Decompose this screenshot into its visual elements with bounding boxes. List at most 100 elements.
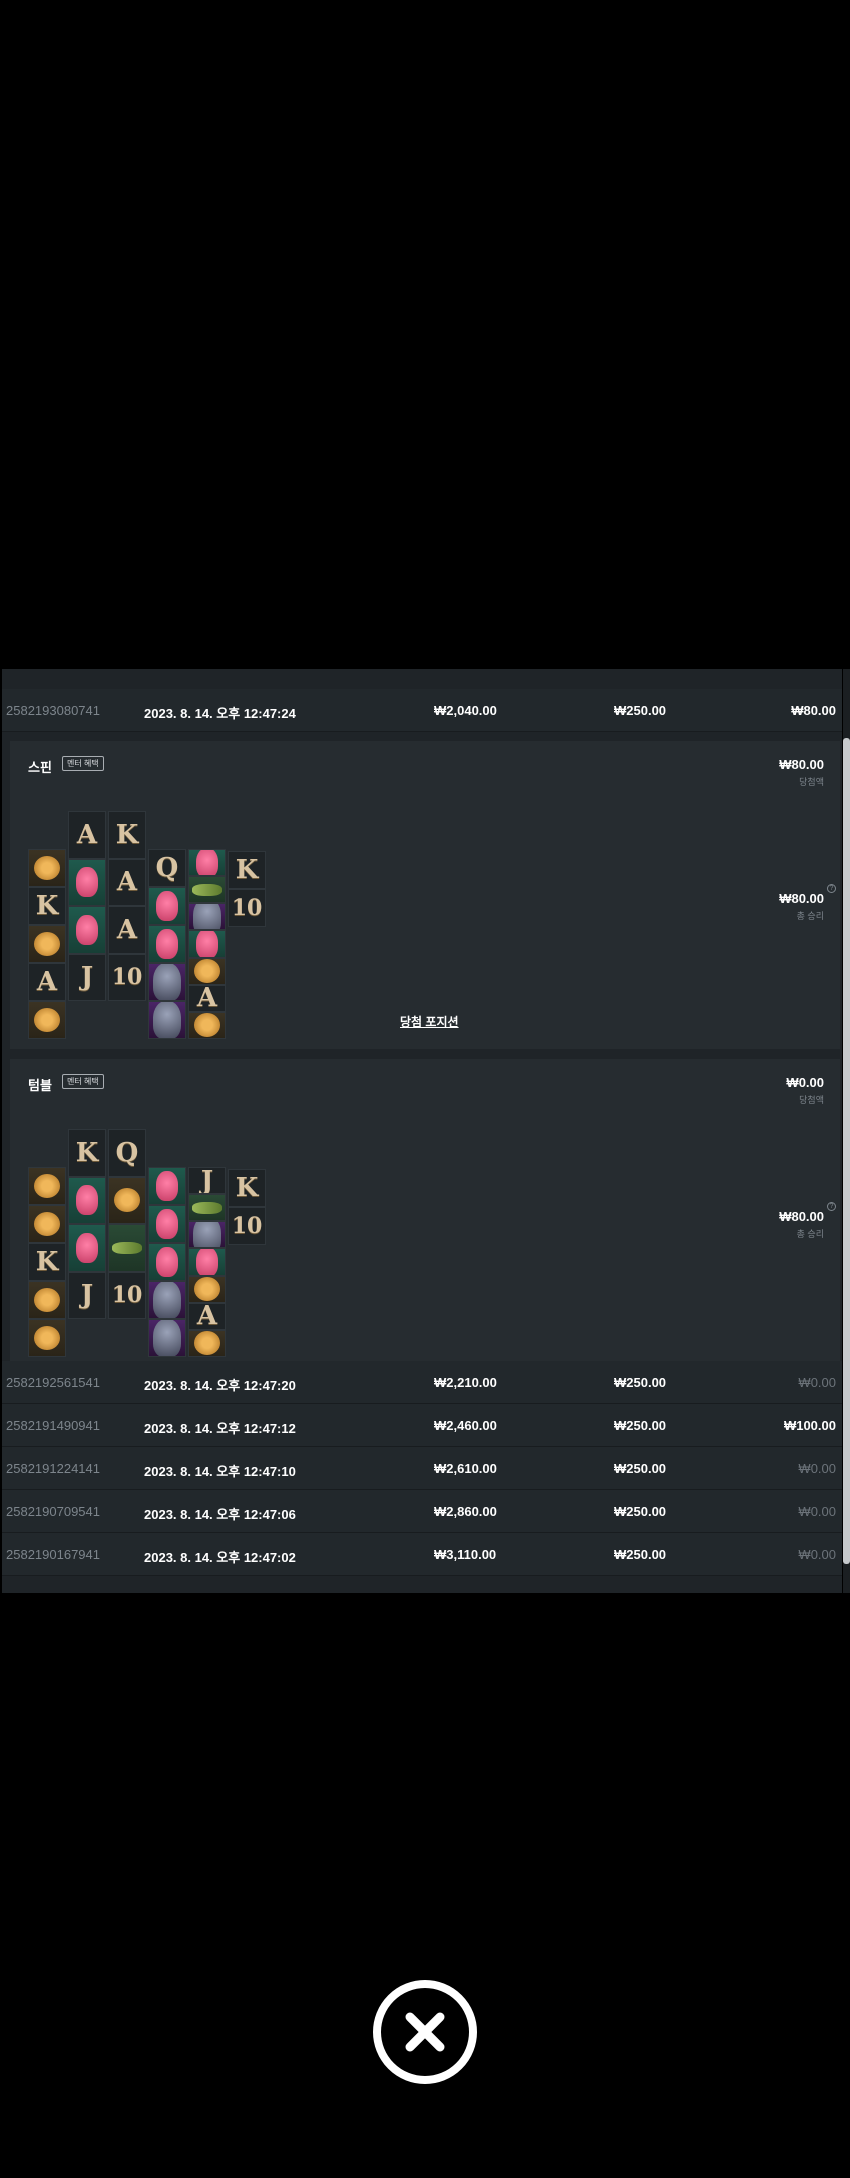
symbol-flamingo bbox=[148, 887, 186, 925]
round-balance: ₩2,210.00 bbox=[434, 1375, 497, 1390]
symbol-cheetah bbox=[28, 925, 66, 963]
symbol-a: A bbox=[188, 984, 226, 1012]
scrollbar-thumb[interactable] bbox=[843, 738, 850, 1564]
table-row[interactable]: 2582190709541 2023. 8. 14. 오후 12:47:06 ₩… bbox=[2, 1490, 842, 1533]
round-id: 2582192561541 bbox=[6, 1375, 100, 1390]
symbol-a: A bbox=[108, 858, 146, 906]
symbol-gorilla bbox=[148, 1319, 186, 1357]
round-date: 2023. 8. 14. 오후 12:47:06 bbox=[144, 1507, 296, 1522]
symbol-cheetah bbox=[28, 1167, 66, 1205]
symbol-cheetah bbox=[28, 1281, 66, 1319]
round-date: 2023. 8. 14. 오후 12:47:10 bbox=[144, 1464, 296, 1479]
symbol-cheetah bbox=[28, 849, 66, 887]
symbol-gorilla bbox=[148, 963, 186, 1001]
symbol-a: A bbox=[108, 906, 146, 954]
round-win: ₩100.00 bbox=[783, 1418, 836, 1433]
info-icon[interactable]: ? bbox=[827, 884, 836, 893]
total-win-label: 총 승리 bbox=[796, 911, 824, 921]
symbol-10: 10 bbox=[108, 953, 146, 1001]
detail-badge: 멘터 혜택 bbox=[62, 756, 104, 771]
symbol-cheetah bbox=[188, 1011, 226, 1039]
close-icon bbox=[405, 2012, 445, 2052]
round-date: 2023. 8. 14. 오후 12:47:24 bbox=[144, 706, 296, 721]
symbol-cheetah bbox=[28, 1001, 66, 1039]
round-id: 2582190709541 bbox=[6, 1504, 100, 1519]
round-balance: ₩3,110.00 bbox=[434, 1547, 497, 1562]
symbol-q: Q bbox=[148, 849, 186, 887]
win-amount: ₩80.00 bbox=[779, 757, 824, 772]
round-win: ₩0.00 bbox=[798, 1547, 836, 1562]
round-id: 2582190167941 bbox=[6, 1547, 100, 1562]
symbol-flamingo bbox=[68, 858, 106, 906]
total-win-amount: ₩80.00 bbox=[779, 1209, 824, 1224]
round-win: ₩80.00 bbox=[791, 703, 836, 718]
round-date: 2023. 8. 14. 오후 12:47:12 bbox=[144, 1421, 296, 1436]
symbol-10: 10 bbox=[108, 1271, 146, 1319]
round-win: ₩0.00 bbox=[798, 1375, 836, 1390]
round-balance: ₩2,860.00 bbox=[434, 1504, 497, 1519]
symbol-j: J bbox=[68, 953, 106, 1001]
table-row[interactable]: 2582192561541 2023. 8. 14. 오후 12:47:20 ₩… bbox=[2, 1361, 842, 1404]
symbol-croc bbox=[108, 1224, 146, 1272]
symbol-flamingo bbox=[148, 1243, 186, 1281]
round-id: 2582193080741 bbox=[6, 703, 100, 718]
win-amount-label: 당첨액 bbox=[799, 777, 824, 787]
round-date: 2023. 8. 14. 오후 12:47:20 bbox=[144, 1378, 296, 1393]
detail-badge: 멘터 혜택 bbox=[62, 1074, 104, 1089]
round-balance: ₩2,460.00 bbox=[434, 1418, 497, 1433]
symbol-cheetah bbox=[188, 1329, 226, 1357]
symbol-cheetah bbox=[28, 1205, 66, 1243]
symbol-j: J bbox=[188, 1167, 226, 1195]
symbol-gorilla bbox=[148, 1281, 186, 1319]
winning-positions-link[interactable]: 당첨 포지션 bbox=[400, 1013, 459, 1030]
symbol-flamingo bbox=[148, 925, 186, 963]
symbol-flamingo bbox=[148, 1167, 186, 1205]
symbol-flamingo bbox=[68, 1224, 106, 1272]
detail-label: 스핀 bbox=[28, 760, 52, 775]
symbol-gorilla bbox=[188, 903, 226, 931]
round-id: 2582191490941 bbox=[6, 1418, 100, 1433]
symbol-a: A bbox=[188, 1302, 226, 1330]
info-icon[interactable]: ? bbox=[827, 1202, 836, 1211]
symbol-k: K bbox=[108, 811, 146, 859]
symbol-flamingo bbox=[188, 930, 226, 958]
round-win: ₩0.00 bbox=[798, 1461, 836, 1476]
symbol-j: J bbox=[68, 1271, 106, 1319]
symbol-k: K bbox=[28, 1243, 66, 1281]
total-win-amount: ₩80.00 bbox=[779, 891, 824, 906]
symbol-q: Q bbox=[108, 1129, 146, 1177]
round-bet: ₩250.00 bbox=[614, 703, 667, 718]
round-bet: ₩250.00 bbox=[614, 1418, 667, 1433]
table-row[interactable]: 2582190167941 2023. 8. 14. 오후 12:47:02 ₩… bbox=[2, 1533, 842, 1576]
tumble-detail: 텀블 멘터 혜택 ₩0.00 당첨액 K K J Q 10 J A K 10 ₩80.00 ? … bbox=[10, 1059, 840, 1367]
symbol-flamingo bbox=[188, 849, 226, 877]
symbol-gorilla bbox=[148, 1001, 186, 1039]
symbol-k: K bbox=[28, 887, 66, 925]
round-bet: ₩250.00 bbox=[614, 1375, 667, 1390]
round-id: 2582191224141 bbox=[6, 1461, 100, 1476]
spin-detail: 스핀 멘터 혜택 ₩80.00 당첨액 K A A J K A A 10 Q A K 10 ₩80.0… bbox=[10, 741, 840, 1049]
round-date: 2023. 8. 14. 오후 12:47:02 bbox=[144, 1550, 296, 1565]
symbol-k: K bbox=[228, 851, 266, 889]
symbol-10: 10 bbox=[228, 889, 266, 927]
table-row[interactable]: 2582191224141 2023. 8. 14. 오후 12:47:10 ₩… bbox=[2, 1447, 842, 1490]
symbol-gorilla bbox=[188, 1221, 226, 1249]
symbol-flamingo bbox=[68, 1176, 106, 1224]
symbol-flamingo bbox=[148, 1205, 186, 1243]
symbol-cheetah bbox=[188, 1275, 226, 1303]
table-row[interactable]: 2582193080741 2023. 8. 14. 오후 12:47:24 ₩… bbox=[2, 689, 842, 732]
symbol-a: A bbox=[68, 811, 106, 859]
round-bet: ₩250.00 bbox=[614, 1504, 667, 1519]
symbol-croc bbox=[188, 876, 226, 904]
round-balance: ₩2,040.00 bbox=[434, 703, 497, 718]
history-panel[interactable]: 2582193080741 2023. 8. 14. 오후 12:47:24 ₩… bbox=[2, 669, 842, 1593]
symbol-cheetah bbox=[188, 957, 226, 985]
symbol-k: K bbox=[228, 1169, 266, 1207]
table-row[interactable]: 2582191490941 2023. 8. 14. 오후 12:47:12 ₩… bbox=[2, 1404, 842, 1447]
total-win-label: 총 승리 bbox=[796, 1229, 824, 1239]
symbol-k: K bbox=[68, 1129, 106, 1177]
close-button[interactable] bbox=[373, 1980, 477, 2084]
detail-label: 텀블 bbox=[28, 1078, 52, 1093]
win-amount-label: 당첨액 bbox=[799, 1095, 824, 1105]
round-win: ₩0.00 bbox=[798, 1504, 836, 1519]
